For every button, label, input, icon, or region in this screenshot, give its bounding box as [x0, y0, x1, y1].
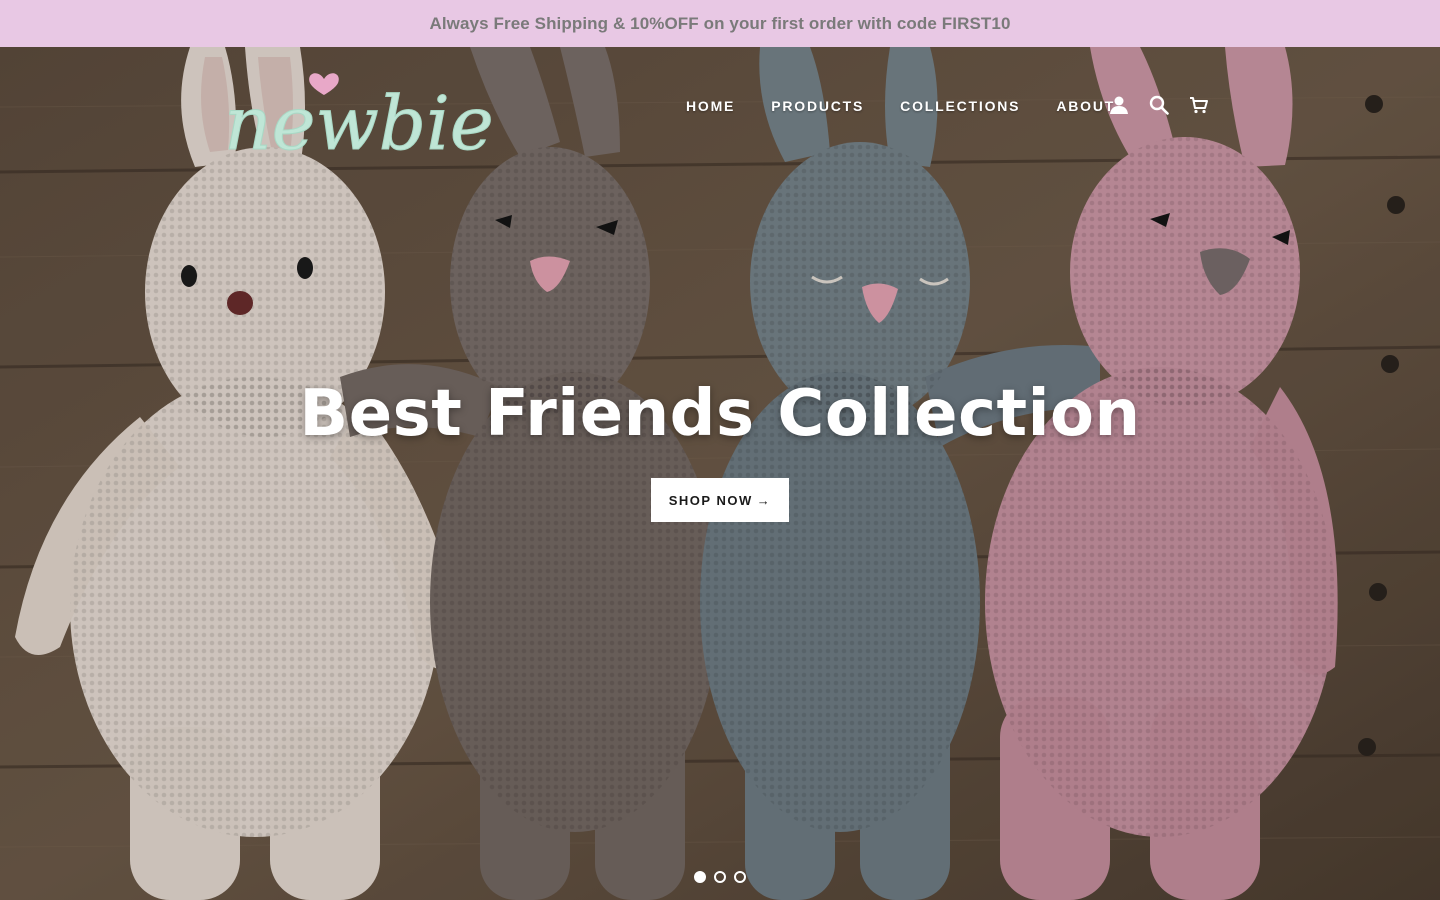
shop-now-label: SHOP NOW — [668, 492, 753, 508]
slideshow-dots — [694, 871, 746, 883]
hero-overlay — [0, 47, 1440, 900]
cart-icon[interactable] — [1186, 92, 1212, 118]
main-nav: HOME PRODUCTS COLLECTIONS ABOUT — [668, 94, 1133, 118]
announcement-text: Always Free Shipping & 10%OFF on your fi… — [429, 13, 1011, 33]
slide-dot-1[interactable] — [694, 871, 706, 883]
account-icon[interactable] — [1106, 92, 1132, 118]
logo-text: newbie9 — [224, 81, 492, 161]
shop-now-button[interactable]: SHOP NOW → — [651, 478, 789, 522]
search-icon[interactable] — [1146, 92, 1172, 118]
hero-title: Best Friends Collection — [299, 377, 1141, 451]
slide-dot-2[interactable] — [714, 871, 726, 883]
nav-products[interactable]: PRODUCTS — [753, 98, 882, 114]
arrow-right-icon: → — [756, 492, 772, 508]
nav-icons — [1106, 92, 1212, 118]
logo[interactable]: newbie9 — [222, 61, 492, 161]
nav-home[interactable]: HOME — [668, 98, 753, 114]
nav-collections[interactable]: COLLECTIONS — [882, 98, 1038, 114]
hero-slideshow: newbie9 HOME PRODUCTS COLLECTIONS ABOUT … — [0, 47, 1440, 900]
slide-dot-3[interactable] — [734, 871, 746, 883]
announcement-bar: Always Free Shipping & 10%OFF on your fi… — [0, 0, 1440, 47]
